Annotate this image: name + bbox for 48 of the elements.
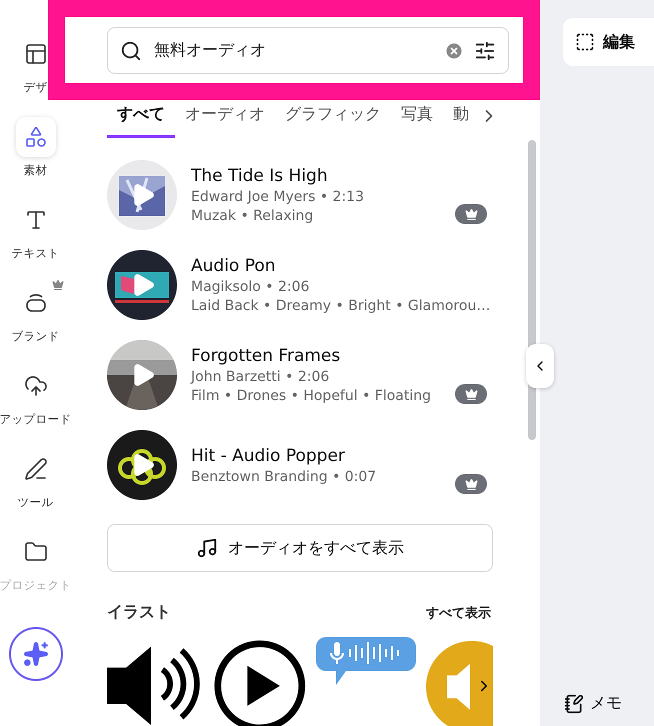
track-tags: Film • Drones • Hopeful • Floating xyxy=(191,388,441,404)
sidebar-item[interactable]: ツール xyxy=(0,449,71,510)
sidebar-label: デザ xyxy=(24,80,48,95)
sidebar-label: 素材 xyxy=(24,163,48,178)
search-field[interactable]: 無料オーディオ xyxy=(107,27,509,74)
track-byline: Benztown Branding • 0:07 xyxy=(191,468,378,485)
voice-message-icon xyxy=(316,637,416,687)
track-title: Audio Pon xyxy=(191,256,277,276)
search-icon xyxy=(120,40,142,62)
sidebar-label: テキスト xyxy=(12,246,60,261)
clear-icon[interactable] xyxy=(444,40,464,61)
tab[interactable]: オーディオ xyxy=(175,104,275,138)
sidebar-item[interactable]: アップロード xyxy=(0,366,71,427)
sidebar-label: プロジェクト xyxy=(0,578,72,593)
sidebar-label: アップロード xyxy=(0,412,72,427)
tab[interactable]: 動 xyxy=(443,104,479,138)
sidebar-item[interactable]: ブランド xyxy=(0,283,71,344)
sidebar-label: ブランド xyxy=(12,329,60,344)
track-title: Hit - Audio Popper xyxy=(191,446,346,466)
upload-icon xyxy=(24,374,48,398)
track-byline: Edward Joe Myers • 2:13 xyxy=(191,189,365,206)
section-title: イラスト xyxy=(107,602,171,623)
brand-kit-icon xyxy=(24,291,48,315)
tab[interactable]: グラフィック xyxy=(275,104,391,138)
all-audio-button[interactable]: オーディオをすべて表示 xyxy=(107,524,493,572)
track-byline: Magiksolo • 2:06 xyxy=(191,279,310,296)
sparkles-icon xyxy=(22,641,48,667)
edit-button[interactable]: 編集 xyxy=(563,18,654,66)
magic-button[interactable] xyxy=(8,627,62,681)
pen-icon xyxy=(24,457,48,481)
notes-icon xyxy=(564,694,584,714)
tab[interactable]: 写真 xyxy=(391,104,443,138)
music-icon xyxy=(196,537,218,560)
track-tags: Muzak • Relaxing xyxy=(191,208,441,224)
tab[interactable]: すべて xyxy=(107,104,175,138)
see-all-link[interactable]: すべて表示 xyxy=(426,604,491,622)
layout-icon xyxy=(24,42,48,66)
sidebar-item[interactable]: テキスト xyxy=(0,200,71,261)
filter-icon[interactable] xyxy=(474,40,496,62)
folder-icon xyxy=(24,540,48,564)
track-title: Forgotten Frames xyxy=(191,346,342,366)
track-title: The Tide Is High xyxy=(191,166,329,186)
track-byline: John Barzetti • 2:06 xyxy=(191,369,330,386)
sidebar-item[interactable]: デザ xyxy=(0,34,71,95)
sidebar-label: ツール xyxy=(18,495,54,510)
sidebar-item[interactable]: 素材 xyxy=(0,117,71,178)
track-tags: Laid Back • Dreamy • Bright • Glamorou… xyxy=(191,298,487,314)
notes-button[interactable]: メモ xyxy=(564,693,654,714)
